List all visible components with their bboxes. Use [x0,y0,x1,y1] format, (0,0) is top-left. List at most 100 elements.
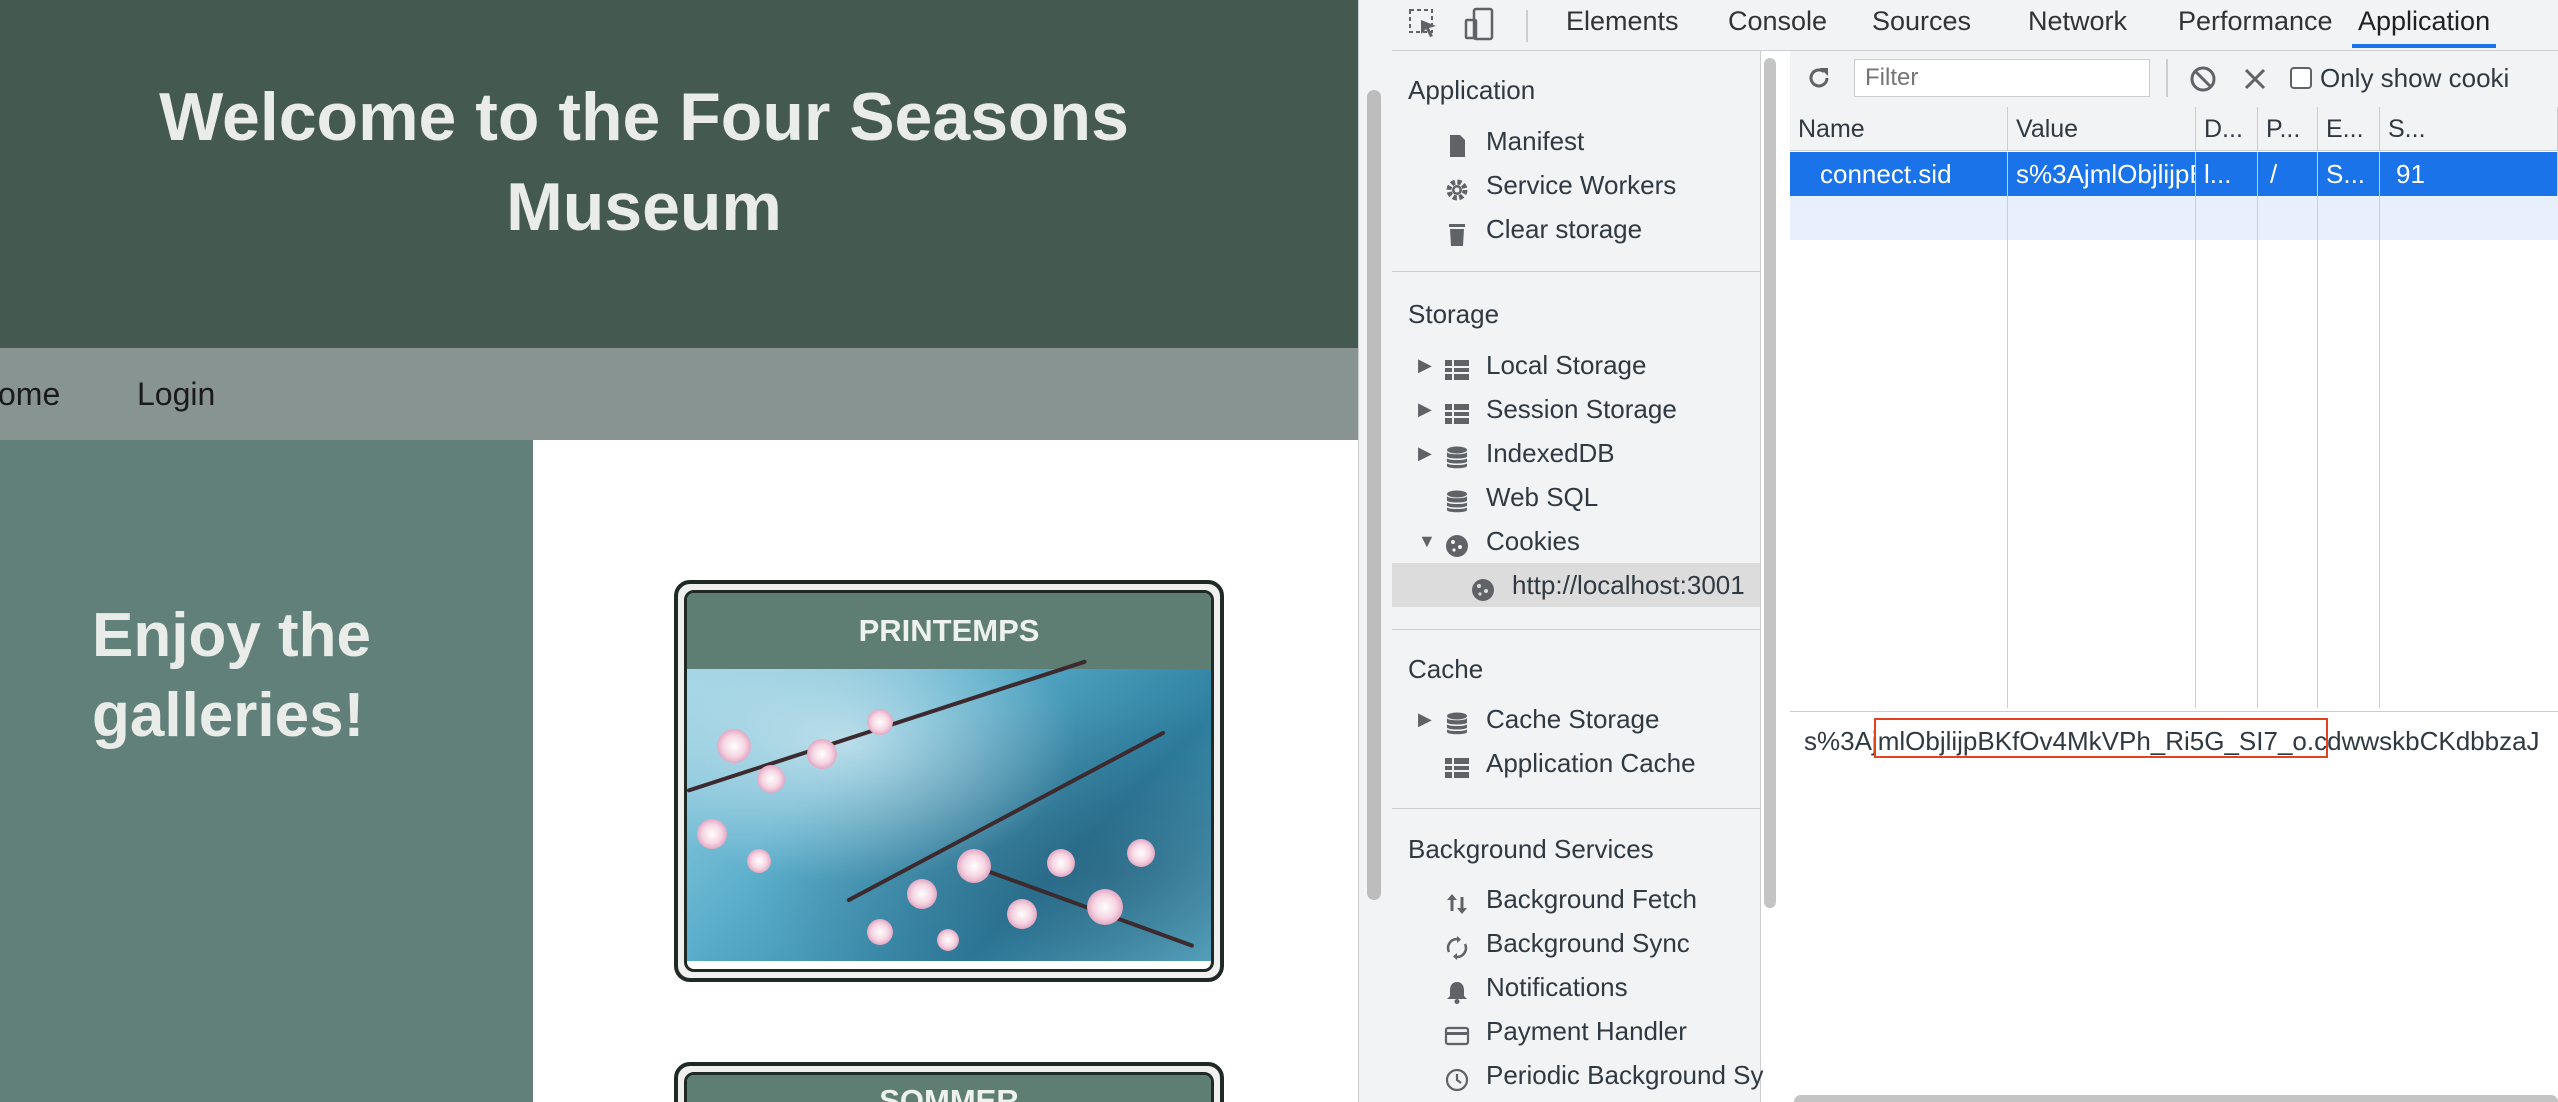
card-title: PRINTEMPS [687,593,1211,669]
database-icon [1444,484,1470,513]
cookie-icon [1444,528,1470,557]
spring-blossom-image [687,659,1211,961]
tab-network[interactable]: Network [2028,0,2127,44]
tab-performance[interactable]: Performance [2178,0,2333,44]
table-grid-icon [1444,396,1470,424]
sidebar-item-label: Session Storage [1486,394,1677,424]
only-show-label: Only show cooki [2320,63,2510,93]
tab-application[interactable]: Application [2352,0,2497,48]
expand-arrow-icon[interactable]: ▶ [1418,697,1432,741]
cookies-toolbar: Only show cooki [1790,51,2558,108]
site-title: Welcome to the Four Seasons Museum [159,79,1129,245]
sidebar-scrollbar-thumb[interactable] [1764,58,1776,908]
gear-icon [1444,172,1470,201]
column-header-path[interactable]: P... [2258,107,2318,151]
value-suffix: .cdwwskbCKdbbzaJ [2306,726,2540,756]
section-background-services-header: Background Services [1408,834,1654,864]
sync-icon [1444,930,1470,960]
toolbar-separator [1526,10,1528,42]
sidebar-item-label: Service Workers [1486,170,1677,200]
cell-size[interactable]: 91 [2380,152,2558,196]
aside-heading: Enjoy the galleries! [92,601,372,750]
sidebar-item-application-cache[interactable]: Application Cache [1392,741,1760,785]
cell-name[interactable]: connect.sid [1790,152,2008,196]
sidebar-item-label: Clear storage [1486,214,1643,244]
sidebar-item-periodic-background-sync[interactable]: Periodic Background Sy [1392,1053,1764,1097]
sidebar-item-session-storage[interactable]: ▶ Session Storage [1392,387,1760,431]
bell-icon [1444,974,1470,1004]
device-toolbar-icon[interactable] [1462,6,1498,42]
section-storage-header: Storage [1408,299,1500,329]
tab-sources[interactable]: Sources [1872,0,1971,44]
sidebar-item-label: Cache Storage [1486,704,1660,734]
collapse-arrow-icon[interactable]: ▼ [1418,519,1436,563]
tab-console[interactable]: Console [1728,0,1827,44]
sidebar-item-clear-storage[interactable]: Clear storage [1392,207,1760,251]
sidebar-item-cookies[interactable]: ▼ Cookies [1392,519,1760,563]
section-cache-header: Cache [1408,654,1484,684]
sidebar-item-label: Notifications [1486,972,1628,1002]
cookie-icon [1470,572,1496,601]
up-down-arrows-icon [1444,886,1470,914]
tab-elements[interactable]: Elements [1566,0,1679,44]
table-grid-icon [1444,750,1470,778]
sidebar-item-local-storage[interactable]: ▶ Local Storage [1392,343,1760,387]
cell-value[interactable]: s%3AjmlObjlijpBKfOv... [2008,152,2196,196]
document-icon [1444,128,1470,157]
sidebar-item-label: Local Storage [1486,350,1647,380]
sidebar-item-background-sync[interactable]: Background Sync [1392,921,1760,965]
column-header-domain[interactable]: D... [2196,107,2258,151]
nav-home-link[interactable]: ome [0,376,60,412]
sidebar-item-manifest[interactable]: Manifest [1392,119,1760,163]
card-title: SOMMER [687,1075,1211,1102]
section-application-header: Application [1408,75,1536,105]
cookie-value-preview[interactable]: s%3AjmlObjlijpBKfOv4MkVPh_Ri5G_SI7_o.cdw… [1790,711,2558,1098]
sidebar-item-label: Periodic Background Sy [1486,1060,1764,1090]
sidebar-item-cookie-origin[interactable]: http://localhost:3001 [1392,563,1760,607]
cell-domain[interactable]: l... [2196,152,2258,196]
database-icon [1444,706,1470,735]
sidebar-item-label: Payment Handler [1486,1016,1687,1046]
sidebar-item-web-sql[interactable]: Web SQL [1392,475,1760,519]
sidebar-item-indexeddb[interactable]: ▶ IndexedDB [1392,431,1760,475]
sidebar-item-label: Manifest [1486,126,1585,156]
sidebar-item-payment-handler[interactable]: Payment Handler [1392,1009,1760,1053]
devtools-toolbar: Elements Console Sources Network Perform… [1392,0,2558,51]
sidebar-item-label: http://localhost:3001 [1512,570,1745,600]
clear-all-icon[interactable] [2188,64,2218,94]
application-sidebar: Application Manifest Service Workers Cle… [1392,51,1764,1102]
gallery-card-sommer[interactable]: SOMMER [674,1062,1224,1102]
delete-selected-icon[interactable] [2240,64,2270,94]
table-row-empty [1790,196,2558,240]
value-prefix: s%3A [1804,726,1872,756]
expand-arrow-icon[interactable]: ▶ [1418,431,1432,475]
sidebar-item-cache-storage[interactable]: ▶ Cache Storage [1392,697,1760,741]
only-show-checkbox[interactable] [2290,67,2312,89]
column-header-name[interactable]: Name [1790,107,2008,151]
expand-arrow-icon[interactable]: ▶ [1418,387,1432,431]
sidebar-item-service-workers[interactable]: Service Workers [1392,163,1760,207]
page-scrollbar-thumb[interactable] [1367,90,1381,900]
sidebar-item-label: Background Fetch [1486,884,1698,914]
table-grid-icon [1444,352,1470,380]
cell-expires[interactable]: S... [2318,152,2380,196]
horizontal-scrollbar-thumb[interactable] [1794,1095,2558,1102]
site-aside [0,440,533,1102]
sidebar-item-background-fetch[interactable]: Background Fetch [1392,877,1760,921]
filter-input[interactable] [1854,59,2150,97]
cell-path[interactable]: / [2258,152,2318,196]
database-icon [1444,440,1470,469]
refresh-icon[interactable] [1804,63,1834,93]
column-header-size[interactable]: S... [2380,107,2558,151]
highlight-annotation-box [1874,718,2328,758]
column-header-value[interactable]: Value [2008,107,2196,151]
column-header-expires[interactable]: E... [2318,107,2380,151]
credit-card-icon [1444,1018,1470,1046]
expand-arrow-icon[interactable]: ▶ [1418,343,1432,387]
sidebar-item-label: Web SQL [1486,482,1599,512]
inspect-element-icon[interactable] [1406,6,1442,42]
sidebar-item-label: Application Cache [1486,748,1696,778]
sidebar-item-notifications[interactable]: Notifications [1392,965,1760,1009]
nav-login-link[interactable]: Login [137,376,215,412]
gallery-card-printemps[interactable]: PRINTEMPS [674,580,1224,982]
